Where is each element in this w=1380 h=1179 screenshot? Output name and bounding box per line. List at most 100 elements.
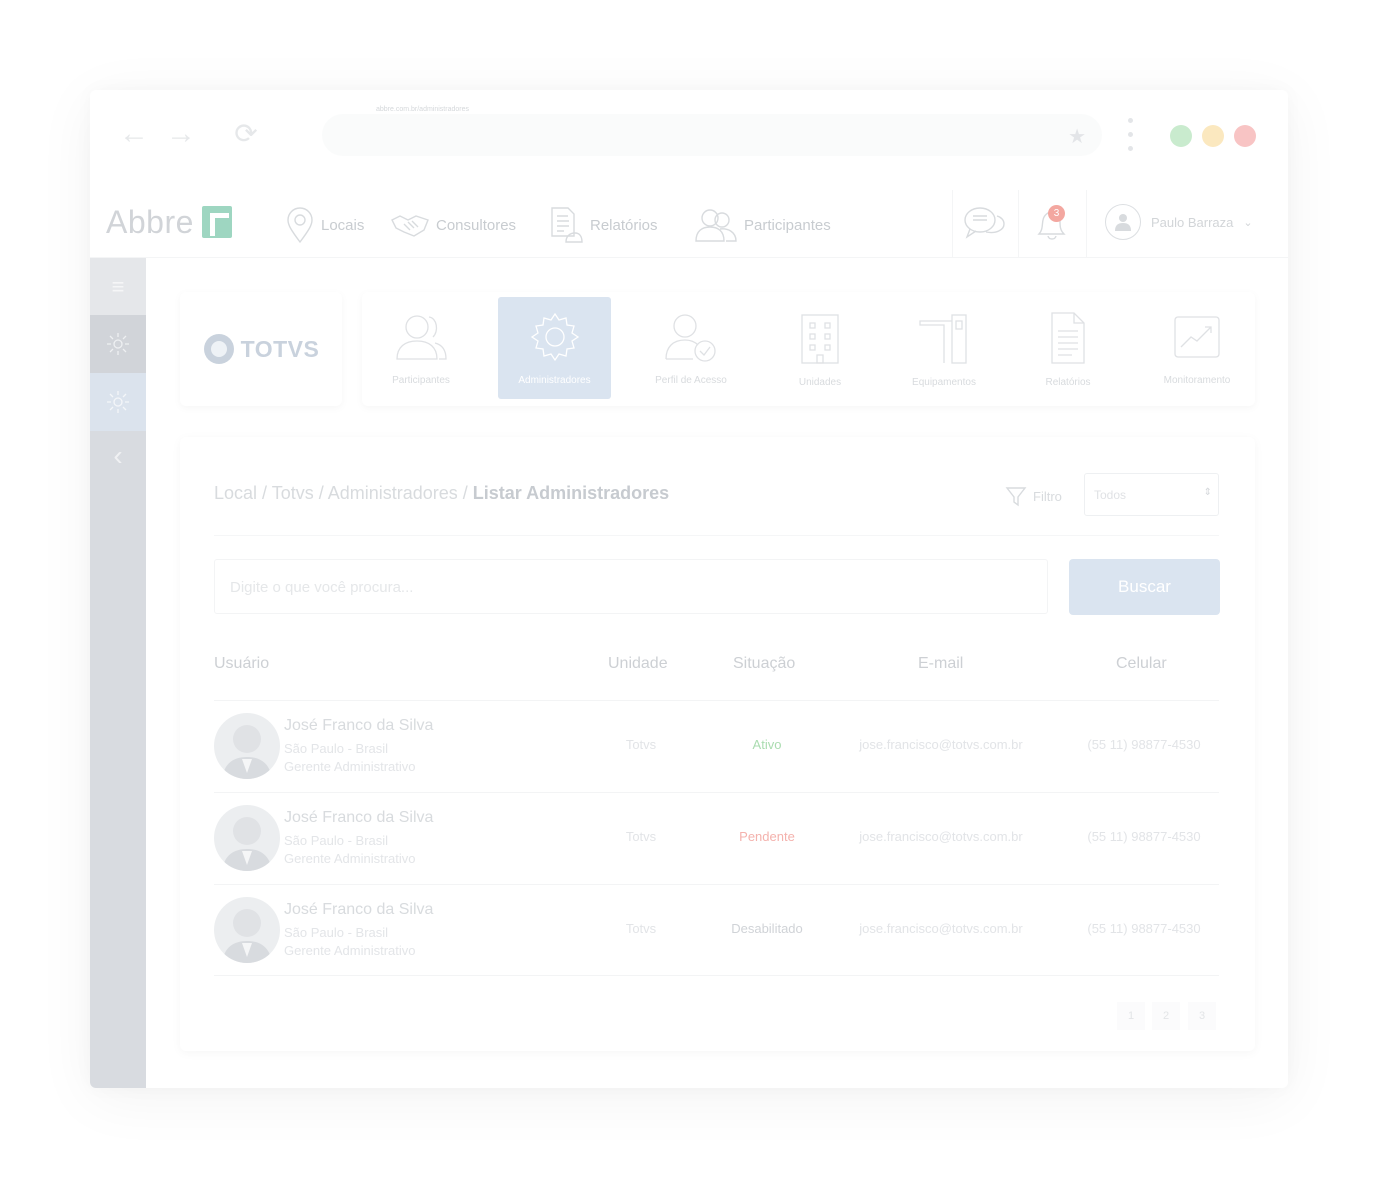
browser-menu-icon[interactable] <box>1128 118 1134 154</box>
browser-window: ← → ⟳ ★ abbre.com.br/administradores Abb… <box>90 90 1288 1088</box>
header-divider <box>1018 190 1019 258</box>
client-brand-name: TOTVS <box>240 335 320 362</box>
header-divider-line <box>214 535 1219 536</box>
building-icon <box>801 314 839 364</box>
user-role: Gerente Administrativo <box>284 851 416 866</box>
window-close-dot[interactable] <box>1234 125 1256 147</box>
status-badge: Pendente <box>739 829 795 844</box>
header-divider <box>952 190 953 258</box>
notification-badge: 3 <box>1048 205 1065 222</box>
chat-icon <box>964 207 1005 239</box>
column-header-email[interactable]: E-mail <box>918 655 963 673</box>
client-brand-card: TOTVS <box>180 292 342 406</box>
url-text: abbre.com.br/administradores <box>376 106 469 113</box>
admin-list-card: Local / Totvs / Administradores / Listar… <box>180 437 1255 1051</box>
user-name[interactable]: José Franco da Silva <box>284 809 433 827</box>
module-perfil-de-acesso[interactable]: Perfil de Acesso <box>638 297 744 399</box>
module-unidades[interactable]: Unidades <box>780 297 860 399</box>
chat-button[interactable] <box>962 204 1006 249</box>
module-monitoramento[interactable]: Monitoramento <box>1152 297 1242 399</box>
search-input[interactable]: Digite o que você procura... <box>214 559 1048 614</box>
app-logo[interactable]: Abbre <box>106 204 194 241</box>
window-maximize-dot[interactable] <box>1170 125 1192 147</box>
bookmark-star-icon[interactable]: ★ <box>1068 124 1086 149</box>
pagination-page-3[interactable]: 3 <box>1188 1002 1216 1030</box>
status-badge: Ativo <box>752 737 782 752</box>
user-photo <box>214 713 280 779</box>
url-bar[interactable]: ★ <box>322 114 1102 156</box>
breadcrumb-path[interactable]: Local / Totvs / Administradores / <box>214 483 473 503</box>
column-header-celular[interactable]: Celular <box>1116 655 1167 673</box>
unit-cell: Totvs <box>625 737 657 752</box>
user-avatar-icon <box>1105 204 1141 240</box>
forward-arrow-icon[interactable]: → <box>165 118 197 150</box>
pagination-page-2[interactable]: 2 <box>1152 1002 1180 1030</box>
document-icon <box>1051 312 1085 364</box>
pin-icon <box>287 207 313 244</box>
reload-icon[interactable]: ⟳ <box>230 118 262 150</box>
chevron-down-icon: ⌄ <box>1243 216 1253 229</box>
user-menu[interactable]: Paulo Barraza ⌄ <box>1105 204 1253 240</box>
user-location: São Paulo - Brasil <box>284 741 389 756</box>
email-cell[interactable]: jose.francisco@totvs.com.br <box>846 921 1036 936</box>
nav-consultores[interactable]: Consultores <box>390 208 516 242</box>
app-header: Abbre Locais Consultores Relatórios Part… <box>90 190 1288 258</box>
access-profile-icon <box>665 314 716 362</box>
window-minimize-dot[interactable] <box>1202 125 1224 147</box>
notifications-button[interactable]: 3 <box>1035 205 1067 247</box>
turnstile-icon <box>919 314 967 364</box>
column-header-situacao[interactable]: Situação <box>733 655 795 673</box>
sidebar: ≡ ‹ <box>90 258 146 1088</box>
header-divider <box>1086 190 1087 258</box>
column-header-usuario[interactable]: Usuário <box>214 655 269 673</box>
sidebar-admin-gear-icon[interactable] <box>90 373 146 431</box>
table-row[interactable]: José Franco da Silva São Paulo - Brasil … <box>214 884 1219 976</box>
user-role: Gerente Administrativo <box>284 759 416 774</box>
module-equipamentos[interactable]: Equipamentos <box>894 297 994 399</box>
user-photo <box>214 805 280 871</box>
nav-locais[interactable]: Locais <box>285 207 364 244</box>
column-header-unidade[interactable]: Unidade <box>608 655 668 673</box>
unit-cell: Totvs <box>625 829 657 844</box>
filter-funnel-icon <box>1005 487 1027 507</box>
pagination-page-1[interactable]: 1 <box>1117 1002 1145 1030</box>
phone-cell: (55 11) 98877-4530 <box>1087 737 1201 752</box>
gear-icon <box>530 312 579 362</box>
filter-label: Filtro <box>1005 485 1062 507</box>
report-icon <box>551 207 583 243</box>
collapse-sidebar-icon[interactable]: ‹ <box>90 430 146 482</box>
participants-icon <box>396 315 447 360</box>
module-administradores[interactable]: Administradores <box>498 297 611 399</box>
breadcrumb: Local / Totvs / Administradores / Listar… <box>214 483 669 504</box>
app-logo-mark <box>202 206 232 238</box>
unit-cell: Totvs <box>625 921 657 936</box>
module-relatorios[interactable]: Relatórios <box>1032 297 1104 399</box>
nav-relatorios[interactable]: Relatórios <box>548 207 658 243</box>
hamburger-menu-icon[interactable]: ≡ <box>90 258 146 316</box>
phone-cell: (55 11) 98877-4530 <box>1087 921 1201 936</box>
back-arrow-icon[interactable]: ← <box>118 118 150 150</box>
people-icon <box>695 209 737 242</box>
user-photo <box>214 897 280 963</box>
user-name[interactable]: José Franco da Silva <box>284 901 433 919</box>
user-name[interactable]: José Franco da Silva <box>284 717 433 735</box>
search-button[interactable]: Buscar <box>1069 559 1220 615</box>
browser-toolbar: ← → ⟳ ★ abbre.com.br/administradores <box>90 90 1288 182</box>
email-cell[interactable]: jose.francisco@totvs.com.br <box>846 737 1036 752</box>
module-participantes[interactable]: Participantes <box>376 297 466 399</box>
table-row[interactable]: José Franco da Silva São Paulo - Brasil … <box>214 700 1219 792</box>
filter-select[interactable]: Todos <box>1084 473 1219 516</box>
nav-participantes[interactable]: Participantes <box>694 208 831 242</box>
sidebar-settings-icon[interactable] <box>90 315 146 373</box>
table-row[interactable]: José Franco da Silva São Paulo - Brasil … <box>214 792 1219 884</box>
handshake-icon <box>391 215 429 237</box>
email-cell[interactable]: jose.francisco@totvs.com.br <box>846 829 1036 844</box>
user-location: São Paulo - Brasil <box>284 833 389 848</box>
phone-cell: (55 11) 98877-4530 <box>1087 829 1201 844</box>
totvs-logo-icon <box>203 334 234 364</box>
breadcrumb-current: Listar Administradores <box>472 483 670 503</box>
user-name: Paulo Barraza <box>1151 214 1234 230</box>
trend-chart-icon <box>1174 316 1220 358</box>
user-role: Gerente Administrativo <box>284 943 416 958</box>
status-badge: Desabilitado <box>731 921 803 936</box>
